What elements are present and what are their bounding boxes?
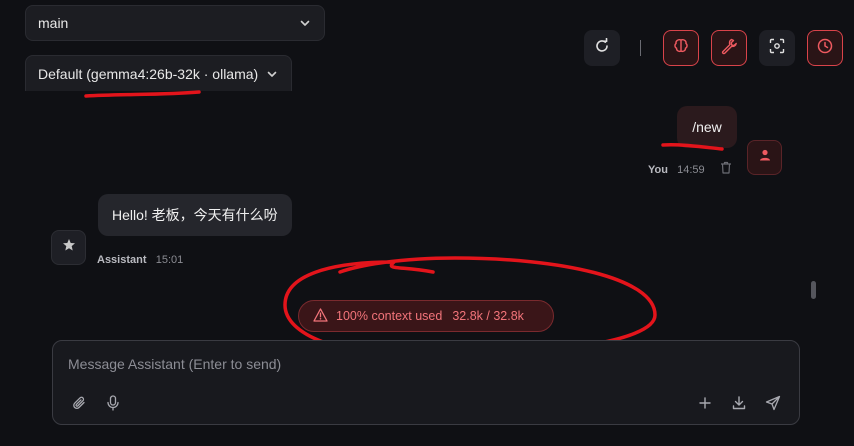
refresh-button[interactable] [584, 30, 620, 66]
wrench-icon [720, 37, 738, 60]
message-input[interactable]: Message Assistant (Enter to send) [68, 356, 768, 372]
assistant-time: 15:01 [155, 254, 184, 266]
context-usage-value: 32.8k / 32.8k [452, 309, 524, 323]
annotation-underline-model [84, 90, 201, 98]
toolbar-divider [640, 40, 641, 56]
user-author: You [648, 164, 668, 176]
brain-icon [672, 37, 690, 60]
assistant-message-meta: Assistant 15:01 [97, 254, 183, 266]
user-message-bubble: /new [677, 106, 737, 148]
send-button[interactable] [763, 395, 783, 415]
paperclip-icon [71, 395, 87, 416]
send-icon [765, 395, 781, 416]
download-button[interactable] [729, 395, 749, 415]
history-button[interactable] [807, 30, 843, 66]
tools-button[interactable] [711, 30, 747, 66]
microphone-icon [106, 394, 120, 416]
trash-icon [720, 161, 732, 179]
assistant-author: Assistant [97, 254, 147, 266]
assistant-message-bubble: Hello! 老板，今天有什么吩 [98, 194, 292, 236]
chevron-down-icon [298, 16, 312, 30]
scrollbar-thumb[interactable] [811, 281, 816, 299]
attach-button[interactable] [69, 395, 89, 415]
clock-icon [816, 37, 834, 60]
focus-button[interactable] [759, 30, 795, 66]
user-message-text: /new [692, 119, 722, 135]
branch-select-value: main [38, 15, 69, 31]
delete-message-button[interactable] [716, 160, 736, 180]
user-message-meta: You 14:59 [648, 164, 705, 176]
voice-button[interactable] [103, 394, 123, 416]
user-icon [758, 148, 772, 167]
download-icon [731, 395, 747, 416]
model-select-value: Default (gemma4:26b-32k · ollama) [38, 65, 259, 82]
add-button[interactable] [695, 395, 715, 415]
user-time: 14:59 [677, 164, 705, 176]
star-icon [62, 238, 76, 257]
brain-button[interactable] [663, 30, 699, 66]
message-composer: Message Assistant (Enter to send) [52, 340, 800, 425]
assistant-avatar [51, 230, 86, 265]
user-avatar [747, 140, 782, 175]
model-select[interactable]: Default (gemma4:26b-32k · ollama) [25, 55, 292, 91]
chevron-down-icon [265, 67, 279, 81]
refresh-icon [594, 37, 610, 59]
context-usage-warning: 100% context used 32.8k / 32.8k [298, 300, 554, 332]
plus-icon [698, 396, 712, 415]
branch-select[interactable]: main [25, 5, 325, 41]
focus-scan-icon [769, 38, 785, 59]
context-used-label: 100% context used [336, 309, 443, 323]
assistant-message-text: Hello! 老板，今天有什么吩 [112, 207, 278, 223]
warning-icon [313, 307, 328, 325]
